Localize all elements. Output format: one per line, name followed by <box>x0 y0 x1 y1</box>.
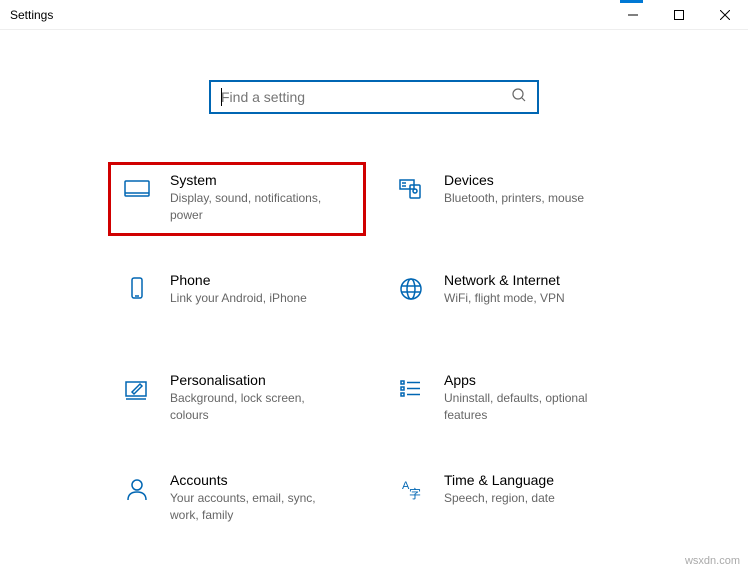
tile-desc: Background, lock screen, colours <box>170 390 340 424</box>
system-icon <box>120 172 154 206</box>
tile-title: Apps <box>444 372 614 388</box>
tile-title: Devices <box>444 172 584 188</box>
tile-network[interactable]: Network & Internet WiFi, flight mode, VP… <box>384 264 638 334</box>
tile-time-language[interactable]: A字 Time & Language Speech, region, date <box>384 464 638 534</box>
tile-title: Time & Language <box>444 472 555 488</box>
tile-system[interactable]: System Display, sound, notifications, po… <box>110 164 364 234</box>
time-language-icon: A字 <box>394 472 428 506</box>
tile-title: System <box>170 172 340 188</box>
tile-title: Network & Internet <box>444 272 565 288</box>
search-input[interactable] <box>221 89 511 105</box>
tile-desc: WiFi, flight mode, VPN <box>444 290 565 307</box>
accounts-icon <box>120 472 154 506</box>
phone-icon <box>120 272 154 306</box>
tile-apps[interactable]: Apps Uninstall, defaults, optional featu… <box>384 364 638 434</box>
close-button[interactable] <box>702 0 748 29</box>
search-icon <box>511 87 527 108</box>
tile-phone[interactable]: Phone Link your Android, iPhone <box>110 264 364 334</box>
search-box[interactable] <box>209 80 539 114</box>
tile-accounts[interactable]: Accounts Your accounts, email, sync, wor… <box>110 464 364 534</box>
personalisation-icon <box>120 372 154 406</box>
tile-desc: Your accounts, email, sync, work, family <box>170 490 340 524</box>
accent-line <box>620 0 643 3</box>
text-cursor <box>221 88 222 106</box>
tile-personalisation[interactable]: Personalisation Background, lock screen,… <box>110 364 364 434</box>
tile-desc: Link your Android, iPhone <box>170 290 307 307</box>
network-icon <box>394 272 428 306</box>
tile-desc: Speech, region, date <box>444 490 555 507</box>
window-title: Settings <box>10 8 53 22</box>
devices-icon <box>394 172 428 206</box>
apps-icon <box>394 372 428 406</box>
tile-desc: Display, sound, notifications, power <box>170 190 340 224</box>
watermark: wsxdn.com <box>685 555 740 567</box>
tile-desc: Bluetooth, printers, mouse <box>444 190 584 207</box>
minimize-button[interactable] <box>610 0 656 29</box>
tile-devices[interactable]: Devices Bluetooth, printers, mouse <box>384 164 638 234</box>
tile-title: Personalisation <box>170 372 340 388</box>
tile-title: Accounts <box>170 472 340 488</box>
settings-grid: System Display, sound, notifications, po… <box>0 114 748 534</box>
window-controls <box>610 0 748 29</box>
tile-desc: Uninstall, defaults, optional features <box>444 390 614 424</box>
maximize-button[interactable] <box>656 0 702 29</box>
titlebar: Settings <box>0 0 748 30</box>
svg-text:字: 字 <box>409 486 421 501</box>
tile-title: Phone <box>170 272 307 288</box>
